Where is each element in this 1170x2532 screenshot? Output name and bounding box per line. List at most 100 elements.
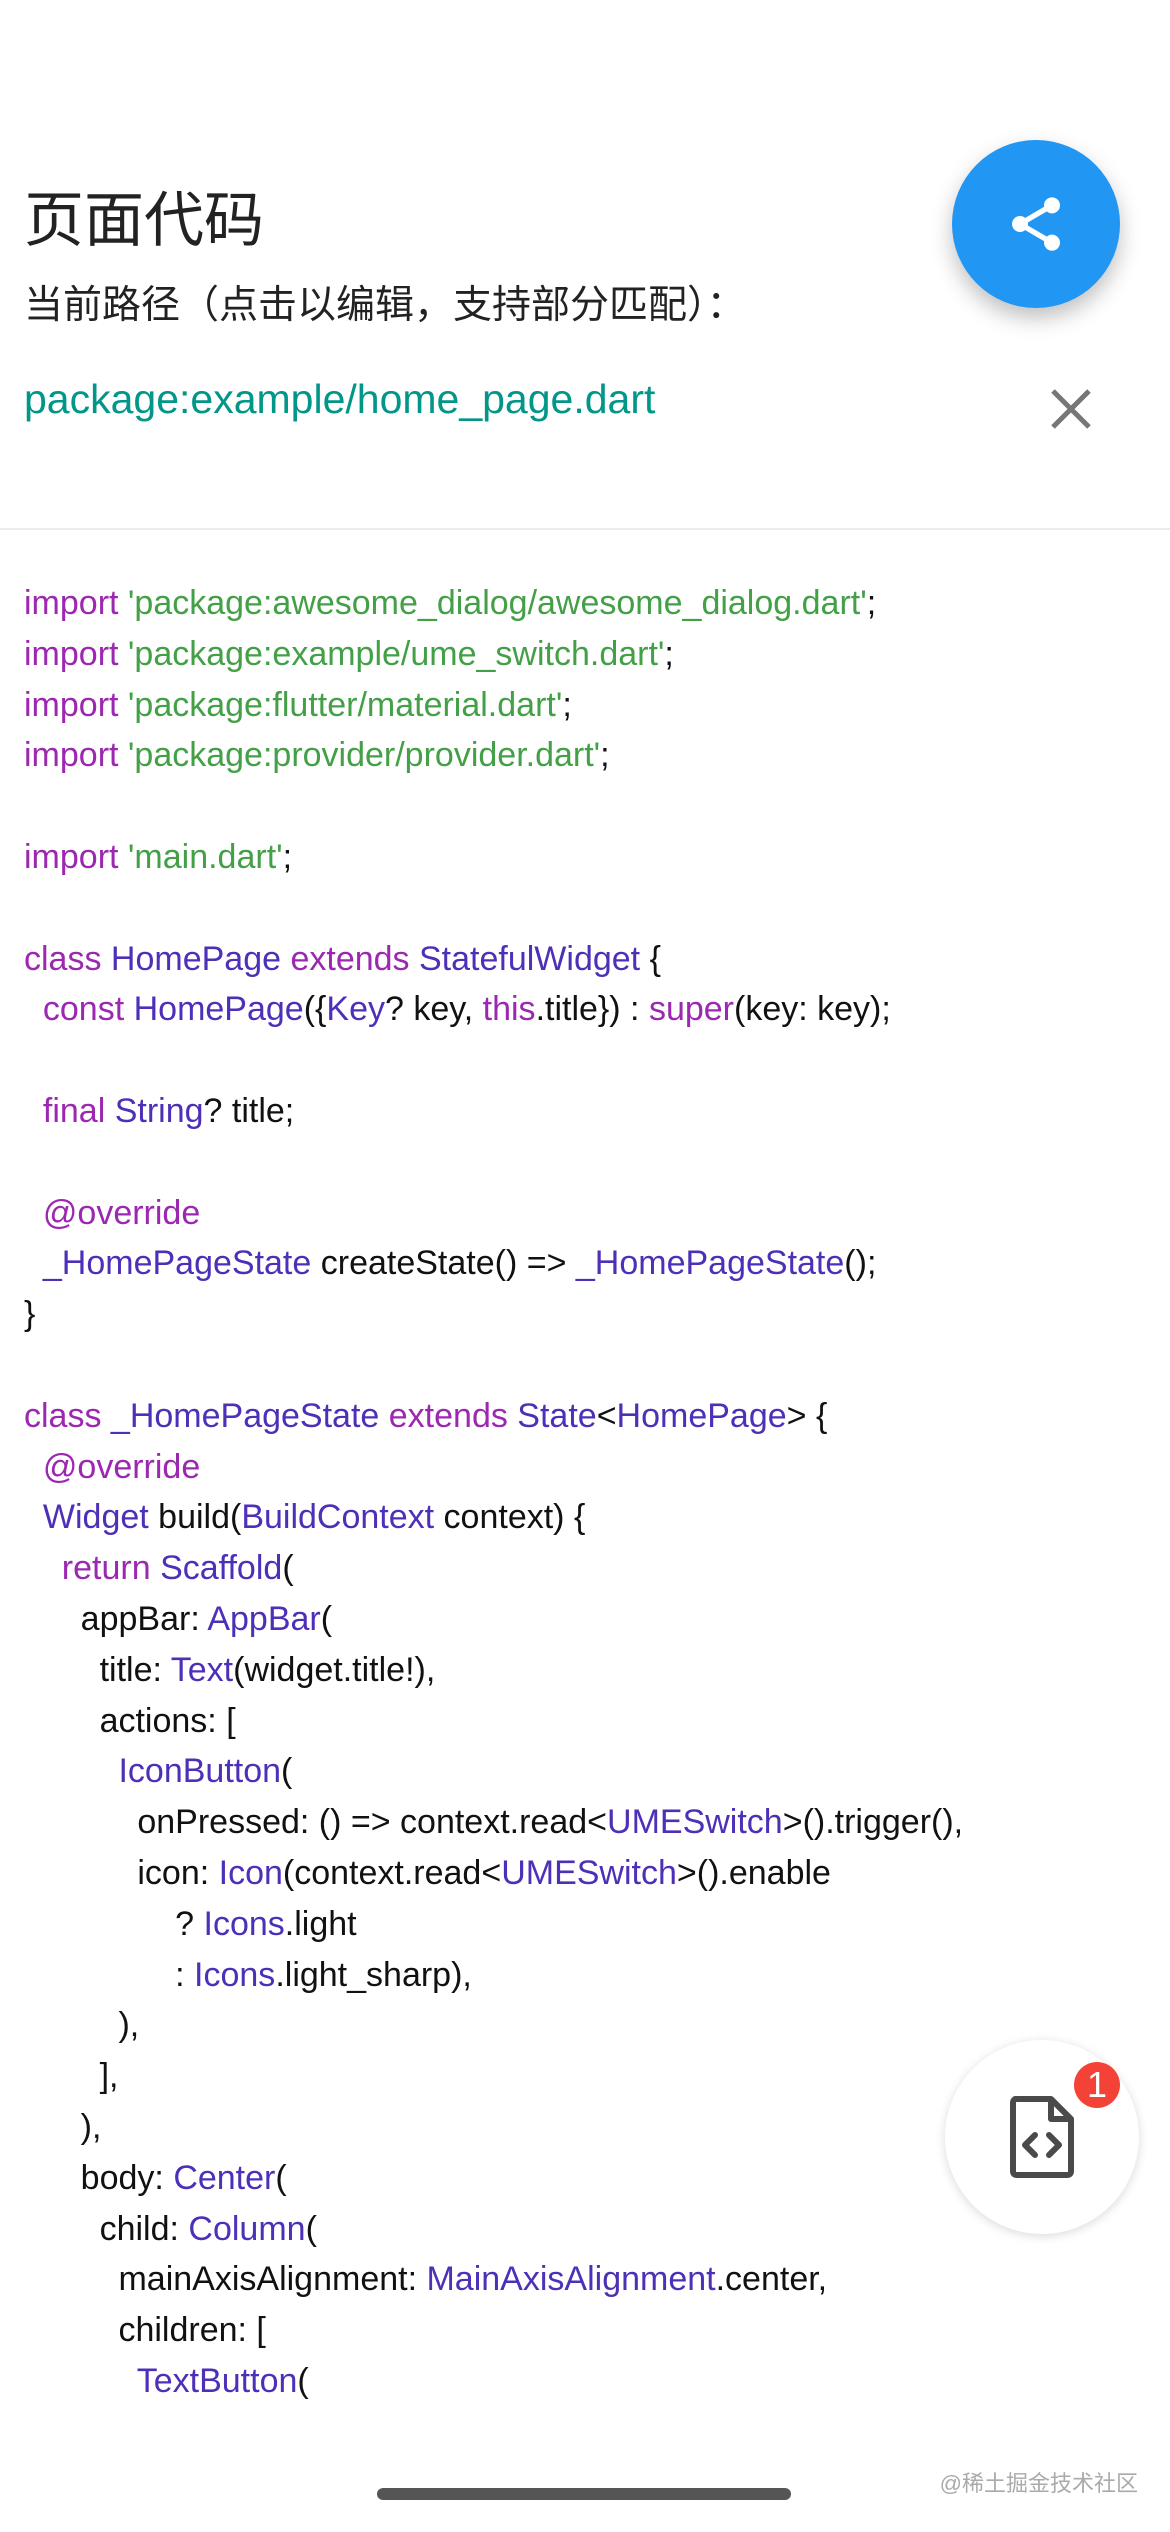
code-line: } (24, 1289, 963, 1340)
code-token: @override (24, 1193, 201, 1232)
code-line: title: Text(widget.title!), (24, 1645, 963, 1696)
code-token: Center (173, 2158, 276, 2197)
code-token: 'package:flutter/material.dart' (127, 685, 563, 724)
code-line: Widget build(BuildContext context) { (24, 1492, 963, 1543)
home-indicator[interactable] (377, 2488, 791, 2500)
code-token: Text (170, 1650, 234, 1689)
code-token: onPressed: () => context.read< (24, 1803, 608, 1842)
code-token: build( (148, 1498, 242, 1537)
code-view: import 'package:awesome_dialog/awesome_d… (24, 578, 963, 2407)
code-token: this (482, 990, 536, 1029)
code-token: (key: key); (734, 990, 891, 1029)
code-line: children: [ (24, 2305, 963, 2356)
code-token: ( (305, 2209, 317, 2248)
code-token: Widget (24, 1498, 149, 1537)
code-token: Key (326, 990, 385, 1029)
code-token: HomePage (133, 990, 304, 1029)
code-token: (context.read< (282, 1853, 502, 1892)
close-icon[interactable] (1048, 386, 1094, 432)
code-token: UMESwitch (501, 1853, 677, 1892)
code-file-icon (1010, 2096, 1074, 2178)
code-line: return Scaffold( (24, 1543, 963, 1594)
code-token: super (648, 990, 734, 1029)
code-token: mainAxisAlignment: (24, 2260, 427, 2299)
code-token: ? title; (203, 1091, 295, 1130)
code-token: .center, (715, 2260, 828, 2299)
code-token: ], (24, 2057, 119, 2096)
code-token: import (24, 837, 128, 876)
code-token: children: [ (24, 2311, 266, 2350)
code-token: AppBar (207, 1599, 321, 1638)
notification-badge: 1 (1074, 2062, 1120, 2108)
code-line: ], (24, 2051, 963, 2102)
code-token: Icons (203, 1904, 285, 1943)
code-line: final String? title; (24, 1086, 963, 1137)
code-token: HomePage (616, 1396, 787, 1435)
code-token: ( (297, 2361, 309, 2400)
code-line: TextButton( (24, 2356, 963, 2407)
code-token: .title}) : (535, 990, 649, 1029)
code-token: icon: (24, 1853, 219, 1892)
code-token: title: (24, 1650, 171, 1689)
code-token: _HomePageState (24, 1244, 312, 1283)
code-line: @override (24, 1442, 963, 1493)
code-token: TextButton (24, 2361, 298, 2400)
share-button[interactable] (952, 140, 1120, 308)
code-line: mainAxisAlignment: MainAxisAlignment.cen… (24, 2254, 963, 2305)
code-token: ( (282, 1549, 294, 1588)
code-token: State (517, 1396, 597, 1435)
code-line: import 'package:flutter/material.dart'; (24, 680, 963, 731)
code-token: UMESwitch (607, 1803, 783, 1842)
watermark: @稀土掘金技术社区 (939, 2471, 1138, 2496)
code-line: ), (24, 2000, 963, 2051)
code-token: final (24, 1091, 115, 1130)
code-line: ? Icons.light (24, 1899, 963, 1950)
path-input[interactable]: package:example/home_page.dart (24, 376, 655, 423)
code-token: 'package:awesome_dialog/awesome_dialog.d… (127, 584, 867, 622)
code-token: HomePage (110, 939, 291, 978)
code-token: extends (388, 1396, 518, 1435)
code-line: actions: [ (24, 1696, 963, 1747)
code-token: actions: [ (24, 1701, 236, 1740)
code-token: (); (844, 1244, 877, 1283)
code-line: import 'package:provider/provider.dart'; (24, 730, 963, 781)
code-token: 'main.dart' (127, 837, 283, 876)
code-token: BuildContext (241, 1498, 435, 1537)
code-token: ( (281, 1752, 293, 1791)
code-token: ; (562, 685, 572, 724)
code-token: Icons (194, 1955, 276, 1994)
code-line: import 'package:awesome_dialog/awesome_d… (24, 578, 963, 629)
code-token: ( (320, 1599, 333, 1638)
code-token: : (24, 1955, 195, 1994)
code-token: ), (24, 2107, 102, 2146)
code-line: : Icons.light_sharp), (24, 1950, 963, 2001)
code-token: StatefulWidget (419, 939, 641, 978)
code-token: _HomePageState (110, 1396, 389, 1435)
code-token: @override (24, 1447, 201, 1486)
code-token: import (24, 584, 128, 622)
code-line: body: Center( (24, 2153, 963, 2204)
code-line: import 'package:example/ume_switch.dart'… (24, 629, 963, 680)
code-token: const (24, 990, 134, 1029)
code-token: .light (284, 1904, 357, 1943)
code-token: .light_sharp), (275, 1955, 472, 1994)
code-token: _HomePageState (575, 1244, 845, 1283)
code-token: 'package:example/ume_switch.dart' (127, 634, 665, 673)
code-line: @override (24, 1188, 963, 1239)
code-line: IconButton( (24, 1746, 963, 1797)
code-token: return (24, 1549, 161, 1588)
code-token: (widget.title!), (233, 1650, 436, 1689)
code-token: import (24, 736, 128, 775)
code-line: appBar: AppBar( (24, 1594, 963, 1645)
code-token: { (640, 939, 661, 978)
code-line: import 'main.dart'; (24, 832, 963, 883)
code-token: appBar: (24, 1599, 208, 1638)
code-token: ), (24, 2006, 140, 2045)
code-token: >().enable (676, 1853, 831, 1892)
code-token: ( (275, 2158, 287, 2197)
path-hint-label: 当前路径（点击以编辑，支持部分匹配）： (24, 284, 746, 327)
code-line: ), (24, 2102, 963, 2153)
